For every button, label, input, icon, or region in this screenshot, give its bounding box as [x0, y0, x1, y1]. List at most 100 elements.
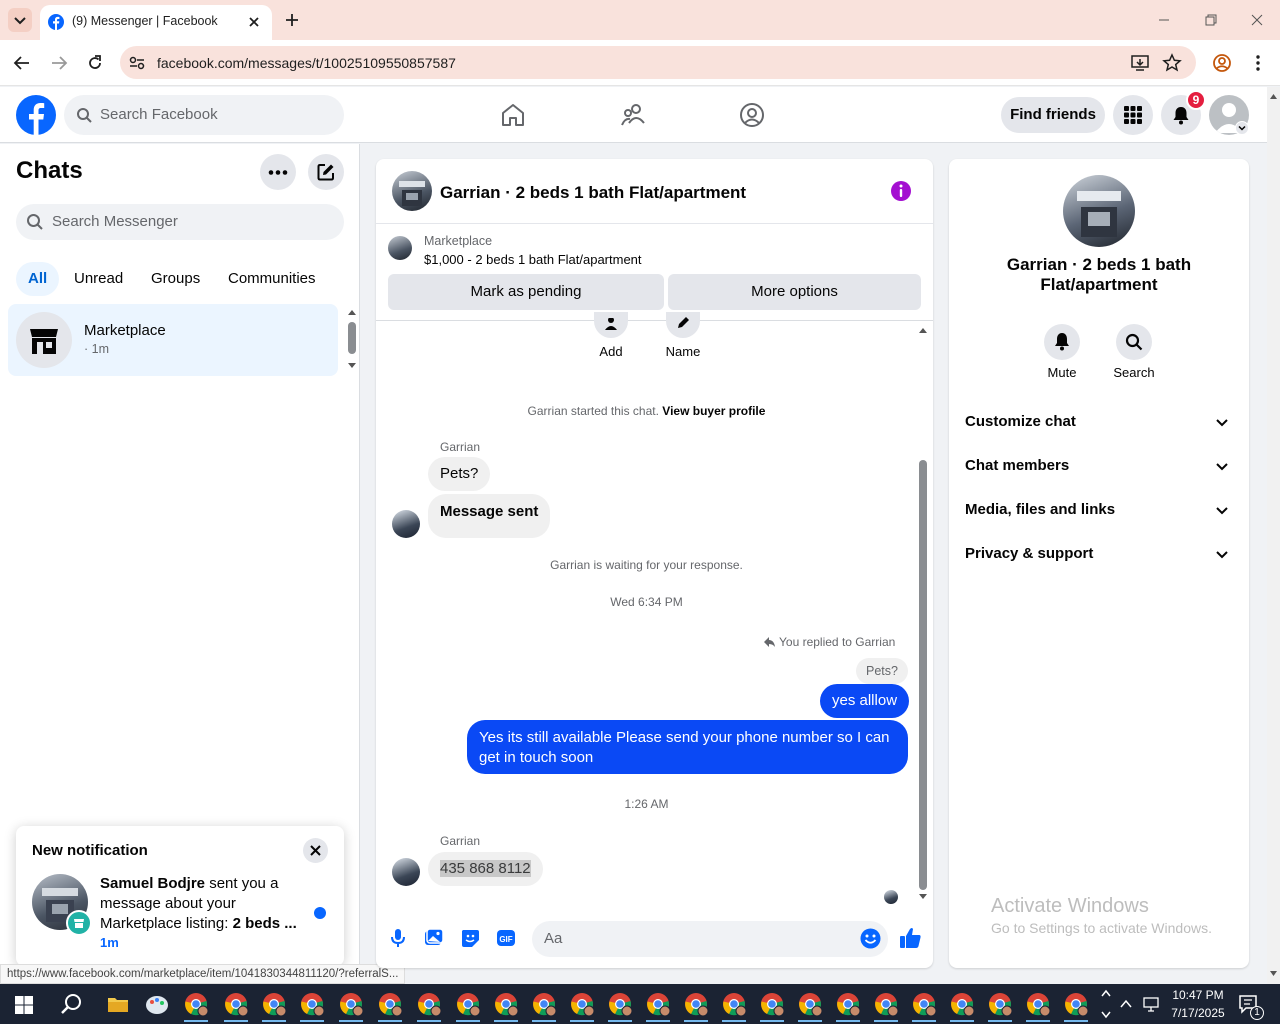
scrollbar-icon	[919, 328, 927, 899]
chat-time: · 1m	[84, 342, 109, 356]
media-files-links-section[interactable]: Media, files and links	[965, 498, 1235, 522]
info-icon[interactable]	[890, 180, 912, 202]
menu-button[interactable]	[1113, 95, 1153, 135]
windows-start-icon[interactable]	[15, 996, 33, 1014]
minimize-icon[interactable]	[1157, 14, 1171, 26]
message-bubble-outgoing[interactable]: yes alllow	[820, 684, 910, 718]
forward-arrow-icon[interactable]	[49, 54, 69, 72]
facebook-logo-icon[interactable]	[16, 95, 56, 135]
scroll-arrows-icon	[1270, 94, 1277, 976]
taskbar-scroll-arrows-icon[interactable]	[1100, 986, 1112, 1022]
marketplace-avatar	[16, 312, 72, 368]
file-explorer-icon[interactable]	[107, 995, 129, 1013]
notification-time: 1m	[100, 935, 119, 950]
photo-icon[interactable]	[424, 928, 444, 948]
add-person-icon	[605, 318, 617, 330]
site-settings-icon[interactable]	[128, 54, 146, 72]
timestamp-divider: 1:26 AM	[624, 797, 669, 811]
message-bubble-incoming[interactable]: Message sent	[428, 494, 551, 538]
friends-icon[interactable]	[619, 101, 647, 129]
view-buyer-profile-link[interactable]: View buyer profile	[662, 404, 765, 418]
browser-menu-icon[interactable]	[1250, 53, 1266, 73]
new-tab-icon[interactable]	[284, 12, 300, 28]
page-scrollbar[interactable]	[1267, 87, 1280, 984]
microphone-icon[interactable]	[389, 928, 407, 948]
close-window-icon[interactable]	[1250, 13, 1264, 27]
waiting-message: Garrian is waiting for your response.	[550, 558, 743, 572]
notification-count-badge: 9	[1186, 90, 1206, 110]
privacy-support-section[interactable]: Privacy & support	[965, 542, 1235, 566]
sticker-icon[interactable]	[460, 928, 480, 948]
taskbar-date[interactable]: 7/17/2025	[1168, 1006, 1228, 1020]
message-placeholder: Aa	[544, 930, 563, 947]
more-options-button[interactable]: More options	[668, 274, 921, 310]
search-icon	[1125, 333, 1143, 351]
close-tab-icon[interactable]	[248, 16, 260, 28]
browser-tab[interactable]: (9) Messenger | Facebook	[40, 5, 272, 40]
mark-as-pending-button[interactable]: Mark as pending	[388, 274, 664, 310]
chats-options-button[interactable]	[260, 154, 296, 190]
details-avatar[interactable]	[1063, 175, 1135, 247]
conversation-avatar[interactable]	[392, 171, 432, 211]
mute-button[interactable]	[1044, 324, 1080, 360]
scrollbar-icon	[348, 310, 356, 368]
taskbar-search-icon[interactable]	[61, 993, 83, 1015]
message-input[interactable]: Aa	[532, 921, 888, 957]
chat-list-scrollbar[interactable]	[347, 306, 357, 372]
install-app-icon[interactable]	[1130, 53, 1150, 73]
gif-icon[interactable]: GIF	[496, 928, 516, 948]
messenger-search-input[interactable]: Search Messenger	[16, 204, 344, 240]
network-icon[interactable]	[1142, 995, 1162, 1013]
tray-overflow-icon[interactable]	[1118, 996, 1134, 1012]
find-friends-button[interactable]: Find friends	[1001, 97, 1105, 133]
quoted-message[interactable]: Pets?	[856, 658, 908, 684]
notification-sender: Samuel Bodjre	[100, 875, 206, 892]
paint-app-icon[interactable]	[145, 994, 169, 1016]
filter-groups[interactable]: Groups	[139, 262, 212, 296]
search-in-conversation-button[interactable]	[1116, 324, 1152, 360]
chat-members-section[interactable]: Chat members	[965, 454, 1235, 478]
profile-icon[interactable]	[1212, 53, 1232, 73]
restore-icon[interactable]	[1204, 13, 1218, 27]
bookmark-star-icon[interactable]	[1162, 53, 1182, 73]
activate-windows-title: Activate Windows	[991, 895, 1149, 917]
home-icon[interactable]	[499, 101, 527, 129]
message-bubble-outgoing[interactable]: Yes its still available Please send your…	[467, 720, 908, 774]
section-label: Chat members	[965, 457, 1070, 474]
conversation-scrollbar[interactable]	[917, 322, 929, 902]
taskbar-chrome-windows[interactable]	[184, 992, 1110, 1022]
groups-icon[interactable]	[738, 101, 766, 129]
reply-arrow-icon	[764, 637, 775, 647]
like-thumb-icon[interactable]	[899, 926, 923, 950]
new-message-button[interactable]	[308, 154, 344, 190]
conversation-title[interactable]: Garrian · 2 beds 1 bath Flat/apartment	[440, 183, 746, 203]
chevron-down-icon	[1216, 507, 1228, 515]
emoji-icon[interactable]	[860, 928, 881, 949]
account-chevron[interactable]	[1235, 121, 1249, 135]
facebook-search-input[interactable]: Search Facebook	[64, 95, 344, 135]
seen-indicator-avatar	[884, 890, 898, 904]
url-text[interactable]: facebook.com/messages/t/1002510955085758…	[157, 55, 456, 71]
chat-started-message: Garrian started this chat. View buyer pr…	[376, 404, 917, 418]
listing-title[interactable]: $1,000 - 2 beds 1 bath Flat/apartment	[424, 252, 642, 267]
reload-icon[interactable]	[85, 53, 105, 73]
back-arrow-icon[interactable]	[12, 54, 32, 72]
customize-chat-section[interactable]: Customize chat	[965, 410, 1235, 434]
replied-text: You replied to Garrian	[779, 635, 896, 649]
close-notification-button[interactable]	[303, 838, 328, 863]
message-bubble-incoming[interactable]: 435 868 8112	[428, 852, 543, 886]
tab-list-button[interactable]	[8, 8, 32, 32]
filter-communities[interactable]: Communities	[216, 262, 328, 296]
bell-icon	[1055, 333, 1069, 351]
chevron-down-icon	[1238, 125, 1246, 131]
store-icon	[74, 919, 84, 928]
chat-started-text: Garrian started this chat.	[527, 404, 659, 418]
taskbar-time[interactable]: 10:47 PM	[1168, 988, 1228, 1002]
sender-avatar[interactable]	[392, 510, 420, 538]
filter-all[interactable]: All	[16, 262, 60, 296]
notification-title: New notification	[32, 842, 148, 859]
sender-avatar[interactable]	[392, 858, 420, 886]
header-divider	[376, 223, 933, 224]
filter-unread[interactable]: Unread	[62, 262, 135, 296]
message-bubble-incoming[interactable]: Pets?	[428, 457, 491, 491]
